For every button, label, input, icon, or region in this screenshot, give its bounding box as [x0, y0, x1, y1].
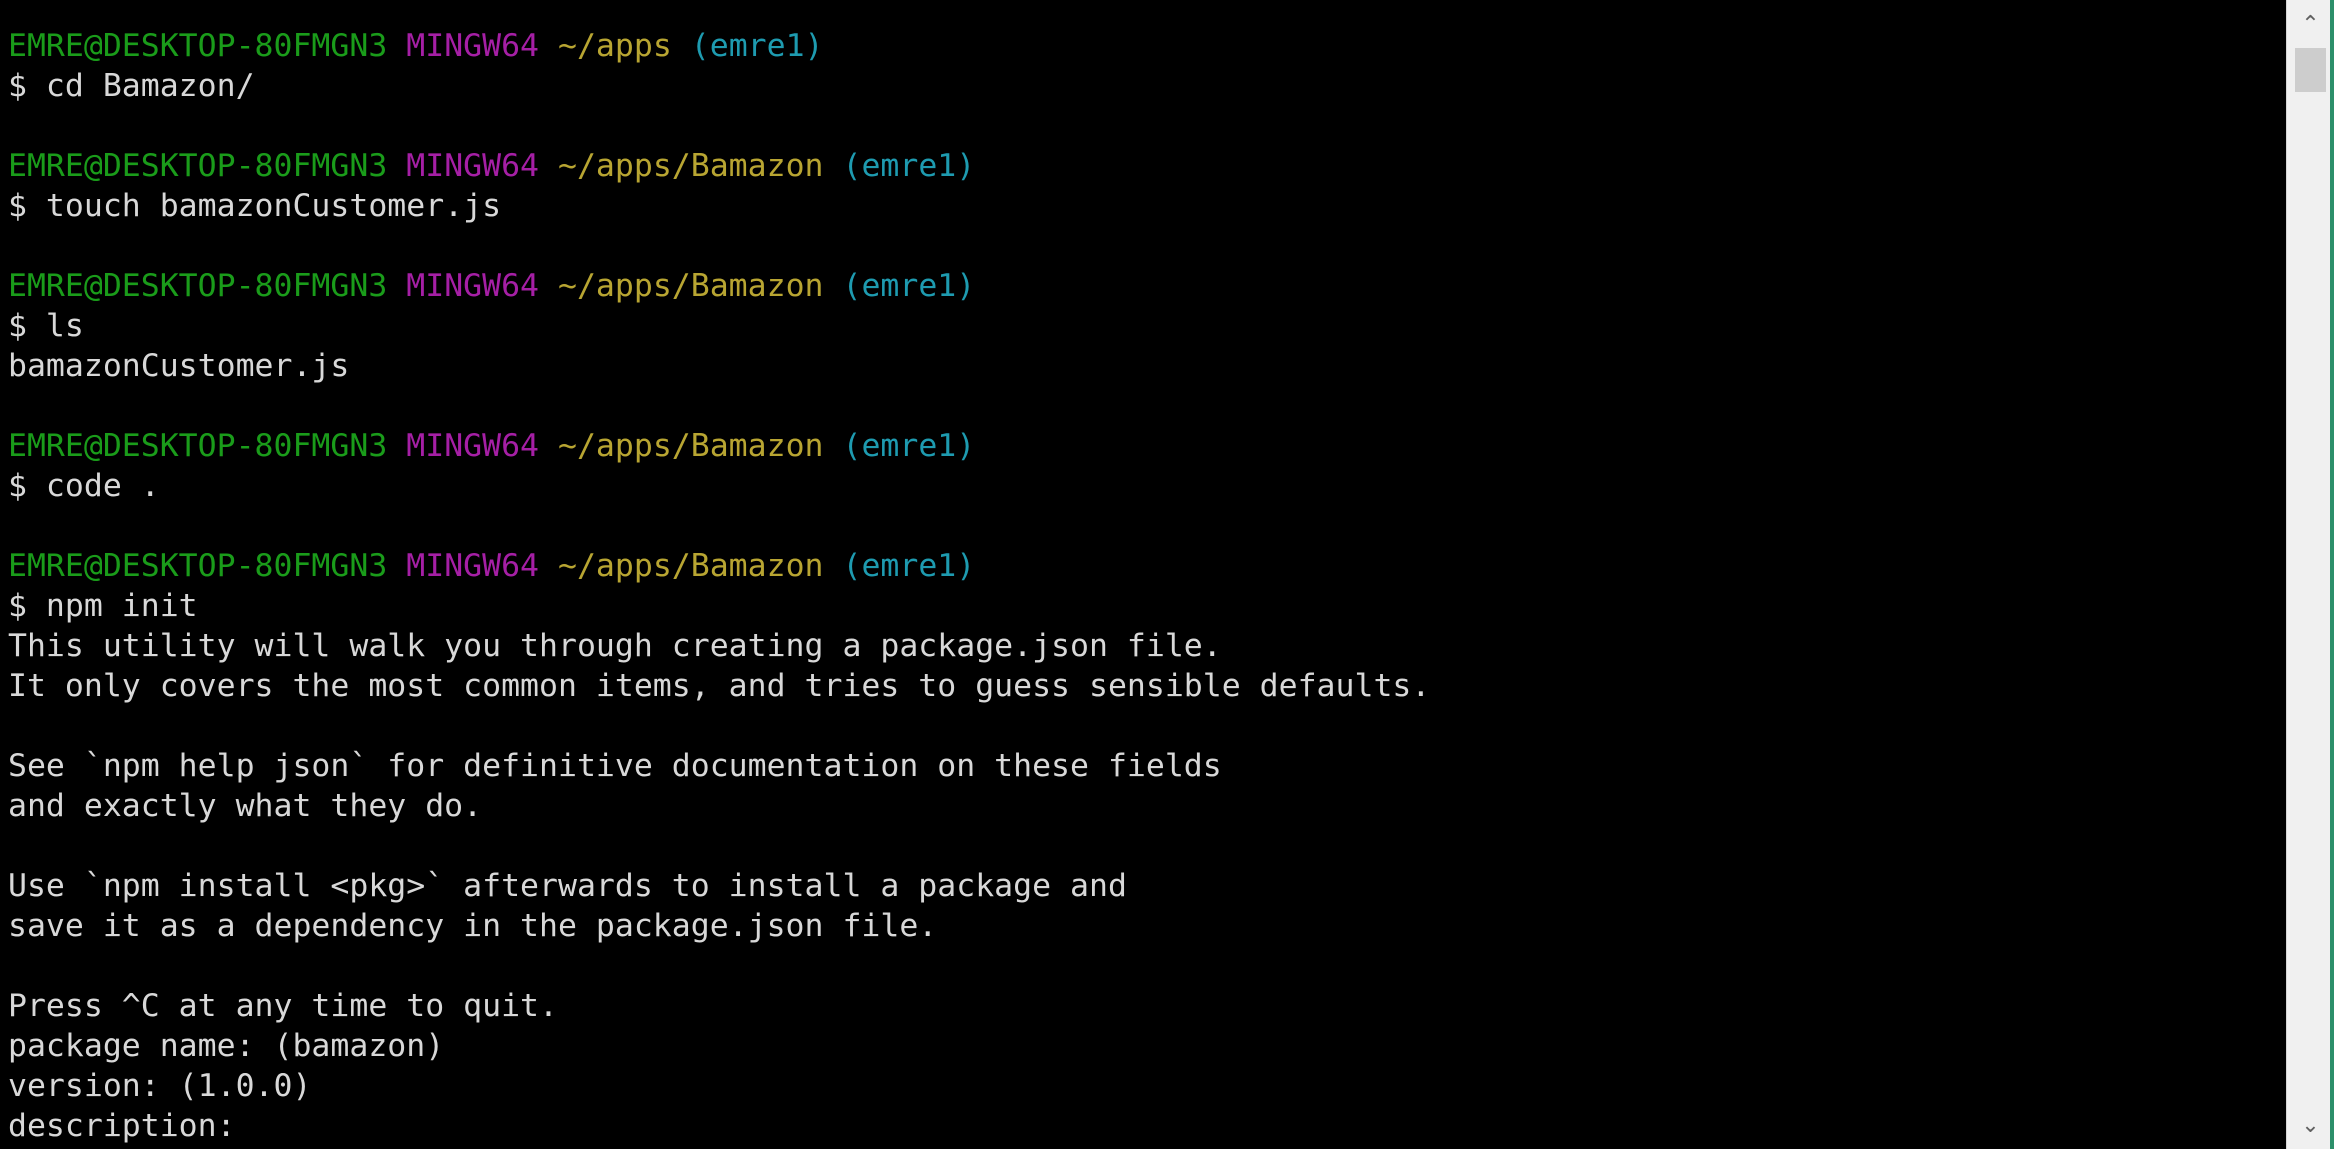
prompt-line: EMRE@DESKTOP-80FMGN3 MINGW64 ~/apps/Bama… [8, 426, 1430, 466]
prompt-line: EMRE@DESKTOP-80FMGN3 MINGW64 ~/apps/Bama… [8, 266, 1430, 306]
window-edge [2330, 0, 2334, 1149]
scrollbar-thumb[interactable] [2295, 48, 2326, 92]
prompt-branch: (emre1) [842, 148, 976, 184]
prompt-user-host: EMRE@DESKTOP-80FMGN3 [8, 548, 388, 584]
prompt-path: ~/apps/Bamazon [558, 268, 824, 304]
prompt-branch: (emre1) [842, 268, 976, 304]
output-line: Press ^C at any time to quit. [8, 988, 558, 1024]
command-line: $ cd Bamazon/ [8, 68, 255, 104]
prompt-system: MINGW64 [406, 548, 540, 584]
prompt-path: ~/apps/Bamazon [558, 148, 824, 184]
output-line: Use `npm install <pkg>` afterwards to in… [8, 868, 1127, 904]
output-line: and exactly what they do. [8, 788, 483, 824]
prompt-user-host: EMRE@DESKTOP-80FMGN3 [8, 28, 388, 64]
command-line: $ code . [8, 468, 160, 504]
output-line: save it as a dependency in the package.j… [8, 908, 938, 944]
prompt-path: ~/apps/Bamazon [558, 428, 824, 464]
output-line: version: (1.0.0) [8, 1068, 312, 1104]
prompt-branch: (emre1) [690, 28, 824, 64]
output-line: This utility will walk you through creat… [8, 628, 1222, 664]
prompt-line: EMRE@DESKTOP-80FMGN3 MINGW64 ~/apps/Bama… [8, 146, 1430, 186]
prompt-system: MINGW64 [406, 148, 540, 184]
terminal-output[interactable]: EMRE@DESKTOP-80FMGN3 MINGW64 ~/apps (emr… [0, 0, 2286, 1149]
command-line: $ ls [8, 308, 84, 344]
terminal-window: EMRE@DESKTOP-80FMGN3 MINGW64 ~/apps (emr… [0, 0, 2334, 1149]
command-line: $ npm init [8, 588, 198, 624]
prompt-line: EMRE@DESKTOP-80FMGN3 MINGW64 ~/apps/Bama… [8, 546, 1430, 586]
vertical-scrollbar[interactable]: ⌃ ⌄ [2286, 0, 2334, 1149]
prompt-system: MINGW64 [406, 268, 540, 304]
output-line: package name: (bamazon) [8, 1028, 445, 1064]
prompt-branch: (emre1) [842, 548, 976, 584]
prompt-system: MINGW64 [406, 28, 540, 64]
prompt-path: ~/apps [558, 28, 672, 64]
prompt-system: MINGW64 [406, 428, 540, 464]
input-prompt-line[interactable]: description: [8, 1106, 1430, 1146]
prompt-path: ~/apps/Bamazon [558, 548, 824, 584]
prompt-line: EMRE@DESKTOP-80FMGN3 MINGW64 ~/apps (emr… [8, 26, 1430, 66]
terminal-lines: EMRE@DESKTOP-80FMGN3 MINGW64 ~/apps (emr… [8, 26, 1430, 1146]
prompt-user-host: EMRE@DESKTOP-80FMGN3 [8, 148, 388, 184]
command-line: $ touch bamazonCustomer.js [8, 188, 502, 224]
prompt-user-host: EMRE@DESKTOP-80FMGN3 [8, 268, 388, 304]
prompt-branch: (emre1) [842, 428, 976, 464]
chevron-up-icon[interactable]: ⌃ [2287, 6, 2334, 42]
prompt-user-host: EMRE@DESKTOP-80FMGN3 [8, 428, 388, 464]
output-line: See `npm help json` for definitive docum… [8, 748, 1222, 784]
chevron-down-icon[interactable]: ⌄ [2287, 1107, 2334, 1143]
ls-output-line: bamazonCustomer.js [8, 348, 350, 384]
output-line: It only covers the most common items, an… [8, 668, 1431, 704]
